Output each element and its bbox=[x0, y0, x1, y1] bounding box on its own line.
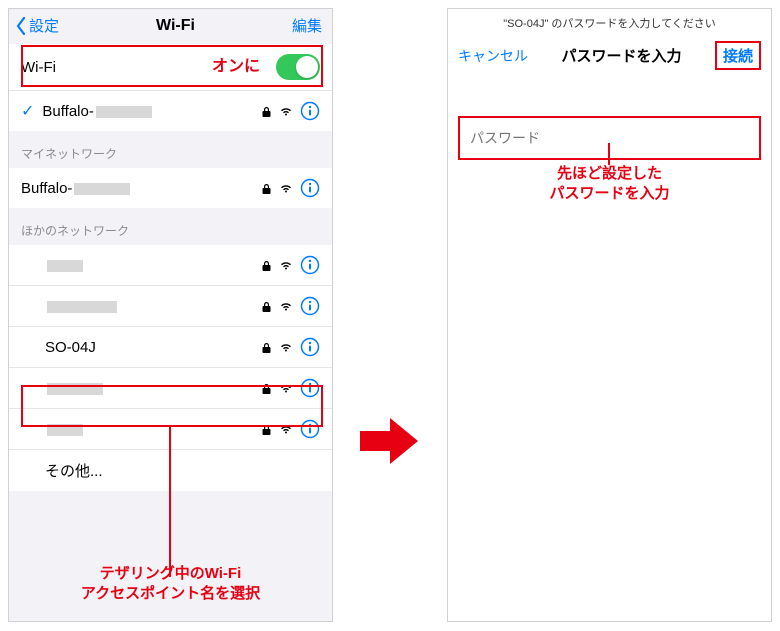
masked-text bbox=[47, 424, 83, 436]
wifi-icon bbox=[280, 423, 292, 435]
other-network-row-so04j[interactable]: SO-04J bbox=[9, 327, 332, 368]
arrow-separator bbox=[333, 0, 447, 631]
my-network-row[interactable]: Buffalo- bbox=[9, 168, 332, 208]
other-label: その他... bbox=[45, 460, 320, 481]
info-icon[interactable] bbox=[300, 378, 320, 398]
lock-icon bbox=[261, 182, 272, 195]
annotation-password: 先ほど設定した パスワードを入力 bbox=[448, 164, 771, 203]
wifi-toggle-switch[interactable] bbox=[276, 54, 320, 80]
info-icon[interactable] bbox=[300, 255, 320, 275]
section-other-networks: ほかのネットワーク bbox=[9, 208, 332, 245]
masked-text bbox=[47, 383, 103, 395]
wifi-icon bbox=[280, 259, 292, 271]
chevron-left-icon bbox=[15, 17, 27, 35]
connected-network-row[interactable]: ✓ Buffalo- bbox=[9, 91, 332, 131]
lock-icon bbox=[261, 105, 272, 118]
arrow-right-icon bbox=[360, 416, 420, 466]
wifi-settings-screen: 設定 Wi-Fi 編集 Wi-Fi ✓ Buffalo- マイネットワーク Bu… bbox=[8, 8, 333, 622]
annotation-line bbox=[608, 143, 610, 165]
info-icon[interactable] bbox=[300, 178, 320, 198]
wifi-icon bbox=[280, 105, 292, 117]
lock-icon bbox=[261, 423, 272, 436]
info-icon[interactable] bbox=[300, 337, 320, 357]
back-label: 設定 bbox=[29, 15, 59, 36]
password-nav-title: パスワードを入力 bbox=[561, 45, 681, 66]
edit-button[interactable]: 編集 bbox=[292, 15, 322, 36]
masked-text bbox=[96, 106, 152, 118]
connect-button[interactable]: 接続 bbox=[715, 41, 761, 70]
other-network-row[interactable] bbox=[9, 245, 332, 286]
wifi-toggle-row[interactable]: Wi-Fi bbox=[9, 44, 332, 91]
wifi-icon bbox=[280, 300, 292, 312]
password-subtitle: "SO-04J" のパスワードを入力してください bbox=[448, 9, 771, 33]
back-button[interactable]: 設定 bbox=[15, 15, 59, 36]
nav-bar: 設定 Wi-Fi 編集 bbox=[9, 9, 332, 44]
nav-title: Wi-Fi bbox=[156, 17, 195, 35]
other-network-row[interactable] bbox=[9, 286, 332, 327]
masked-text bbox=[74, 183, 130, 195]
my-network-name: Buffalo- bbox=[21, 180, 261, 197]
wifi-toggle-label: Wi-Fi bbox=[21, 59, 276, 76]
info-icon[interactable] bbox=[300, 296, 320, 316]
connected-network-name: Buffalo- bbox=[42, 103, 261, 120]
other-network-row[interactable] bbox=[9, 368, 332, 409]
password-entry-screen: "SO-04J" のパスワードを入力してください キャンセル パスワードを入力 … bbox=[447, 8, 772, 622]
masked-text bbox=[47, 260, 83, 272]
info-icon[interactable] bbox=[300, 419, 320, 439]
info-icon[interactable] bbox=[300, 101, 320, 121]
cancel-button[interactable]: キャンセル bbox=[458, 46, 528, 66]
lock-icon bbox=[261, 300, 272, 313]
lock-icon bbox=[261, 341, 272, 354]
wifi-icon bbox=[280, 182, 292, 194]
wifi-icon bbox=[280, 382, 292, 394]
password-nav: キャンセル パスワードを入力 接続 bbox=[448, 33, 771, 80]
checkmark-icon: ✓ bbox=[21, 101, 34, 121]
section-my-networks: マイネットワーク bbox=[9, 131, 332, 168]
network-name-so04j: SO-04J bbox=[45, 339, 261, 356]
masked-text bbox=[47, 301, 117, 313]
lock-icon bbox=[261, 259, 272, 272]
wifi-icon bbox=[280, 341, 292, 353]
annotation-line bbox=[169, 427, 171, 577]
lock-icon bbox=[261, 382, 272, 395]
